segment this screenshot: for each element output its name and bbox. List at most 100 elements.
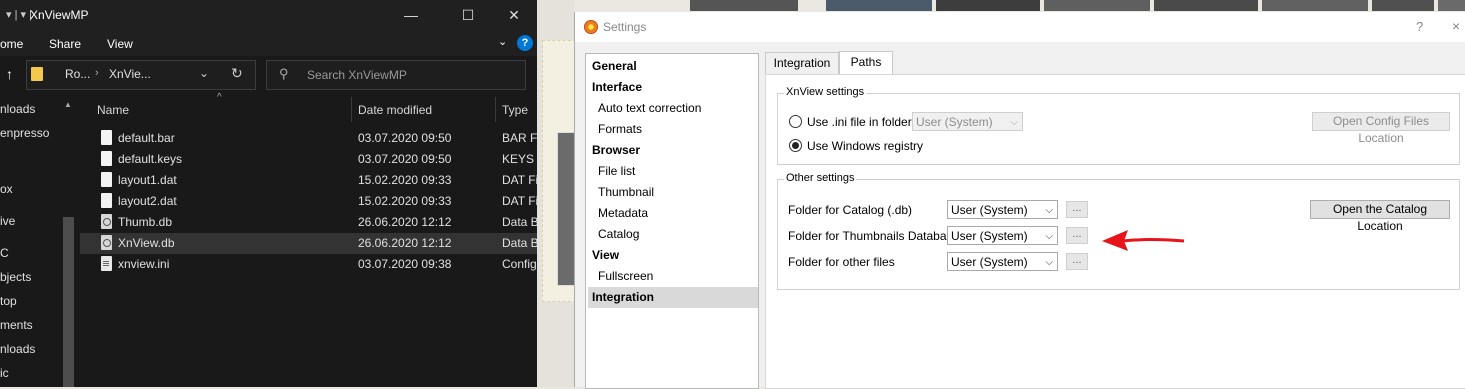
windows-registry-label[interactable]: Use Windows registry <box>807 139 923 153</box>
address-dropdown-icon[interactable]: ⌄ <box>199 66 209 80</box>
open-catalog-location-button[interactable]: Open the Catalog Location <box>1310 200 1450 233</box>
background-thumbnail <box>1044 0 1150 11</box>
breadcrumb-item[interactable]: XnVie... <box>109 67 151 81</box>
ini-location-combo[interactable]: User (System) ⌵ <box>912 112 1023 131</box>
close-button[interactable]: ✕ <box>503 4 525 26</box>
file-row[interactable]: layout1.dat 15.02.2020 09:33 DAT Fil <box>80 170 537 191</box>
file-name: xnview.ini <box>118 257 170 271</box>
tab-integration[interactable]: Integration <box>765 52 839 74</box>
tree-item-interface[interactable]: Interface <box>586 77 762 98</box>
background-thumbnail <box>690 0 798 11</box>
nav-item[interactable]: nloads <box>0 342 35 356</box>
file-row[interactable]: xnview.ini 03.07.2020 09:38 Config <box>80 254 537 275</box>
file-name: layout1.dat <box>118 173 177 187</box>
file-date: 26.06.2020 12:12 <box>358 215 452 229</box>
titlebar-menu-icons[interactable]: ▾ | ▾ | <box>6 8 32 21</box>
tree-item-general[interactable]: General <box>586 56 762 77</box>
ribbon-tab-home[interactable]: ome <box>0 37 23 51</box>
combo-value: User (System) <box>951 255 1028 269</box>
ini-file-radio[interactable] <box>789 115 802 128</box>
file-row[interactable]: Thumb.db 26.06.2020 12:12 Data B <box>80 212 537 233</box>
file-name: Thumb.db <box>118 215 173 229</box>
explorer-ribbon: ome Share View ⌄ ? <box>0 31 537 56</box>
folder-icon <box>31 67 43 81</box>
file-date: 03.07.2020 09:50 <box>358 152 452 166</box>
tree-item-view[interactable]: View <box>586 245 762 266</box>
arrow-head <box>1102 230 1128 251</box>
tree-item-file-list[interactable]: File list <box>586 161 768 182</box>
nav-item[interactable]: top <box>0 294 17 308</box>
help-button[interactable]: ? <box>1416 19 1423 34</box>
nav-item[interactable]: nloads <box>0 102 35 116</box>
open-config-files-button[interactable]: Open Config Files Location <box>1312 112 1450 145</box>
tree-item-integration[interactable]: Integration <box>588 287 758 308</box>
tree-item-fullscreen[interactable]: Fullscreen <box>586 266 768 287</box>
group-title: Other settings <box>784 172 857 184</box>
combo-value: User (System) <box>916 115 993 129</box>
nav-item[interactable]: C <box>0 246 9 260</box>
browse-thumbnails-button[interactable]: ... <box>1066 227 1088 244</box>
tree-item-auto-text-correction[interactable]: Auto text correction <box>586 98 768 119</box>
catalog-folder-combo[interactable]: User (System) ⌵ <box>947 200 1058 219</box>
column-header-date[interactable]: Date modified <box>358 103 432 128</box>
search-box[interactable]: ⚲ Search XnViewMP <box>266 60 526 90</box>
address-bar[interactable]: Ro... › XnVie... ⌄ ↻ <box>26 60 256 90</box>
background-thumbnail <box>1372 0 1434 11</box>
file-icon <box>101 172 112 187</box>
file-row[interactable]: layout2.dat 15.02.2020 09:33 DAT Fil <box>80 191 537 212</box>
explorer-title: XnViewMP <box>30 8 89 22</box>
tree-item-metadata[interactable]: Metadata <box>586 203 768 224</box>
explorer-title-bar: ▾ | ▾ | XnViewMP — ☐ ✕ <box>0 0 537 31</box>
column-separator[interactable] <box>351 97 352 122</box>
thumbnails-db-folder-combo[interactable]: User (System) ⌵ <box>947 226 1058 245</box>
ribbon-expand-icon[interactable]: ⌄ <box>498 35 507 48</box>
tree-item-catalog[interactable]: Catalog <box>586 224 768 245</box>
settings-title: Settings <box>603 20 647 34</box>
nav-item[interactable]: bjects <box>0 270 31 284</box>
file-row-selected[interactable]: XnView.db 26.06.2020 12:12 Data B <box>80 233 537 254</box>
tab-paths[interactable]: Paths <box>839 51 893 74</box>
up-arrow-icon[interactable]: ↑ <box>6 66 13 82</box>
scroll-up-icon[interactable]: ▲ <box>64 100 72 109</box>
help-icon[interactable]: ? <box>517 35 533 51</box>
background-thumbnail <box>936 0 1040 11</box>
file-row[interactable]: default.keys 03.07.2020 09:50 KEYS F <box>80 149 537 170</box>
ribbon-tab-share[interactable]: Share <box>49 37 81 51</box>
nav-item[interactable]: ments <box>0 318 33 332</box>
browse-other-files-button[interactable]: ... <box>1066 253 1088 270</box>
search-input[interactable]: Search XnViewMP <box>307 68 407 82</box>
xnview-settings-group: XnView settings Use .ini file in folder … <box>777 86 1460 165</box>
refresh-icon[interactable]: ↻ <box>231 65 243 82</box>
minimize-button[interactable]: — <box>400 4 422 26</box>
nav-scrollbar-thumb[interactable] <box>63 217 74 387</box>
breadcrumb-item[interactable]: Ro... <box>65 67 90 81</box>
file-date: 03.07.2020 09:50 <box>358 131 452 145</box>
file-type: DAT Fil <box>502 194 537 208</box>
chevron-down-icon: ⌵ <box>1010 117 1018 128</box>
file-name: layout2.dat <box>118 194 177 208</box>
browse-catalog-button[interactable]: ... <box>1066 201 1088 218</box>
nav-item[interactable]: ive <box>0 214 15 228</box>
dialog-close-button[interactable]: × <box>1452 18 1460 34</box>
tree-item-formats[interactable]: Formats <box>586 119 768 140</box>
file-explorer-window: ▾ | ▾ | XnViewMP — ☐ ✕ ome Share View ⌄ … <box>0 0 537 387</box>
maximize-button[interactable]: ☐ <box>457 4 479 26</box>
file-row[interactable]: default.bar 03.07.2020 09:50 BAR Fi <box>80 128 537 149</box>
tree-item-thumbnail[interactable]: Thumbnail <box>586 182 768 203</box>
background-thumbnail <box>1154 0 1258 11</box>
windows-registry-radio[interactable] <box>789 139 802 152</box>
column-header-type[interactable]: Type <box>502 103 528 128</box>
ini-file-label[interactable]: Use .ini file in folder <box>807 115 912 129</box>
tree-item-browser[interactable]: Browser <box>586 140 762 161</box>
other-files-folder-combo[interactable]: User (System) ⌵ <box>947 252 1058 271</box>
ribbon-tab-view[interactable]: View <box>107 37 133 51</box>
combo-value: User (System) <box>951 229 1028 243</box>
file-type: Data B <box>502 215 537 229</box>
column-separator[interactable] <box>495 97 496 122</box>
nav-item[interactable]: ox <box>0 182 13 196</box>
other-files-folder-label: Folder for other files <box>788 255 895 269</box>
file-name: default.bar <box>118 131 175 145</box>
column-header-name[interactable]: Name <box>97 103 129 128</box>
nav-item[interactable]: enpresso <box>0 126 49 140</box>
nav-item[interactable]: ic <box>0 366 9 380</box>
